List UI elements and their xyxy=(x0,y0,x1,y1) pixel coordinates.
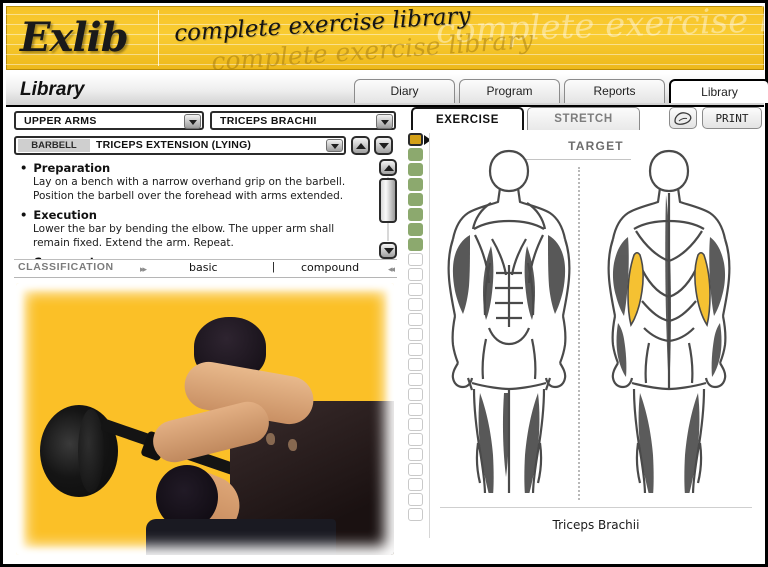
page-title: Library xyxy=(20,79,85,100)
print-button[interactable]: PRINT xyxy=(702,107,762,129)
photo-vignette xyxy=(16,283,394,555)
description-section: Execution Lower the bar by bending the e… xyxy=(20,208,365,250)
classification-row: CLASSIFICATION ▸▸ basic | compound ◂◂ xyxy=(14,259,397,278)
exercise-description-panel: Preparation Lay on a bench with a narrow… xyxy=(14,159,397,260)
description-section: Preparation Lay on a bench with a narrow… xyxy=(20,161,365,203)
swatch-item[interactable] xyxy=(408,163,423,176)
title-bar: Library Diary Program Reports Library xyxy=(6,74,768,107)
description-scrollbar[interactable] xyxy=(379,159,397,259)
swatch-empty[interactable] xyxy=(408,268,423,281)
swatch-empty[interactable] xyxy=(408,313,423,326)
classification-value-compound: compound xyxy=(301,261,360,274)
chevron-down-icon[interactable] xyxy=(376,114,393,129)
section-body-execution: Lower the bar by bending the elbow. The … xyxy=(33,223,335,249)
banner-divider xyxy=(158,10,159,66)
classification-label: CLASSIFICATION xyxy=(18,261,114,273)
exercise-photo xyxy=(16,283,394,555)
swatch-empty[interactable] xyxy=(408,373,423,386)
swatch-empty[interactable] xyxy=(408,298,423,311)
figure-caption: Triceps Brachii xyxy=(552,518,640,532)
muscle-group-select[interactable]: UPPER ARMS xyxy=(14,111,204,130)
swatch-empty[interactable] xyxy=(408,433,423,446)
swatch-empty[interactable] xyxy=(408,403,423,416)
swatch-item[interactable] xyxy=(408,208,423,221)
classification-value-basic: basic xyxy=(189,261,218,274)
scroll-up-button[interactable] xyxy=(379,159,397,176)
view-tab-bar: EXERCISE STRETCH xyxy=(411,107,640,130)
scrollbar-thumb[interactable] xyxy=(379,178,397,223)
swatch-empty[interactable] xyxy=(408,388,423,401)
swatch-item[interactable] xyxy=(408,193,423,206)
classification-arrow-right-icon[interactable]: ◂◂ xyxy=(388,264,395,275)
swatch-item[interactable] xyxy=(408,238,423,251)
anatomy-figure-pane: TARGET Triceps Brachii xyxy=(429,133,762,538)
classification-separator: | xyxy=(272,261,275,273)
content-area: UPPER ARMS TRICEPS BRACHII BARBELL TRICE… xyxy=(6,107,764,564)
tab-diary[interactable]: Diary xyxy=(354,79,455,103)
exercise-select[interactable]: BARBELL TRICEPS EXTENSION (LYING) xyxy=(14,136,346,155)
swatch-selected[interactable] xyxy=(408,133,423,146)
chevron-down-icon[interactable] xyxy=(184,114,201,129)
section-heading-preparation: Preparation xyxy=(20,161,365,175)
caption-divider xyxy=(440,507,752,508)
tab-stretch[interactable]: STRETCH xyxy=(527,107,640,130)
swatch-empty[interactable] xyxy=(408,508,423,521)
scroll-down-button[interactable] xyxy=(379,242,397,259)
app-logo-text: Exlib xyxy=(20,14,129,61)
anatomy-back-figure xyxy=(607,149,731,493)
exercise-description-text: Preparation Lay on a bench with a narrow… xyxy=(20,161,365,259)
muscle-select[interactable]: TRICEPS BRACHII xyxy=(210,111,396,130)
tab-exercise[interactable]: EXERCISE xyxy=(411,107,524,130)
next-exercise-button[interactable] xyxy=(374,136,393,155)
application-window: complete exercise library complete exerc… xyxy=(0,0,768,567)
swatch-item[interactable] xyxy=(408,148,423,161)
previous-exercise-button[interactable] xyxy=(351,136,370,155)
muscle-group-value: UPPER ARMS xyxy=(24,114,97,127)
swatch-empty[interactable] xyxy=(408,448,423,461)
swatch-empty[interactable] xyxy=(408,478,423,491)
filter-row: UPPER ARMS TRICEPS BRACHII xyxy=(14,111,396,130)
app-logo: Exlib xyxy=(20,10,150,66)
tab-library[interactable]: Library xyxy=(669,79,768,103)
muscle-value: TRICEPS BRACHII xyxy=(220,114,317,127)
anatomy-column: EXERCISE STRETCH PRINT TARGET Triceps Br… xyxy=(405,107,764,564)
swatch-empty[interactable] xyxy=(408,328,423,341)
classification-arrow-left-icon[interactable]: ▸▸ xyxy=(140,264,147,275)
swatch-empty[interactable] xyxy=(408,358,423,371)
tab-program[interactable]: Program xyxy=(459,79,560,103)
chevron-down-icon[interactable] xyxy=(326,139,343,152)
muscle-icon xyxy=(674,112,692,125)
swatch-empty[interactable] xyxy=(408,283,423,296)
exercise-name: TRICEPS EXTENSION (LYING) xyxy=(96,139,252,151)
exercise-detail-column: UPPER ARMS TRICEPS BRACHII BARBELL TRICE… xyxy=(6,107,405,564)
anatomy-front-figure xyxy=(447,149,571,493)
app-banner: complete exercise library complete exerc… xyxy=(6,6,764,70)
swatch-empty[interactable] xyxy=(408,463,423,476)
muscle-swatch-list xyxy=(408,133,428,523)
tab-reports[interactable]: Reports xyxy=(564,79,665,103)
swatch-empty[interactable] xyxy=(408,343,423,356)
swatch-empty[interactable] xyxy=(408,493,423,506)
section-body-preparation: Lay on a bench with a narrow overhand gr… xyxy=(33,176,346,202)
exercise-selector-row: BARBELL TRICEPS EXTENSION (LYING) xyxy=(14,136,397,156)
swatch-item[interactable] xyxy=(408,178,423,191)
main-tab-bar: Diary Program Reports Library xyxy=(354,79,768,103)
swatch-item[interactable] xyxy=(408,223,423,236)
swatch-empty[interactable] xyxy=(408,418,423,431)
exercise-equipment-badge: BARBELL xyxy=(18,139,90,152)
swatch-empty[interactable] xyxy=(408,253,423,266)
section-heading-execution: Execution xyxy=(20,208,365,222)
muscle-icon-button[interactable] xyxy=(669,107,697,129)
